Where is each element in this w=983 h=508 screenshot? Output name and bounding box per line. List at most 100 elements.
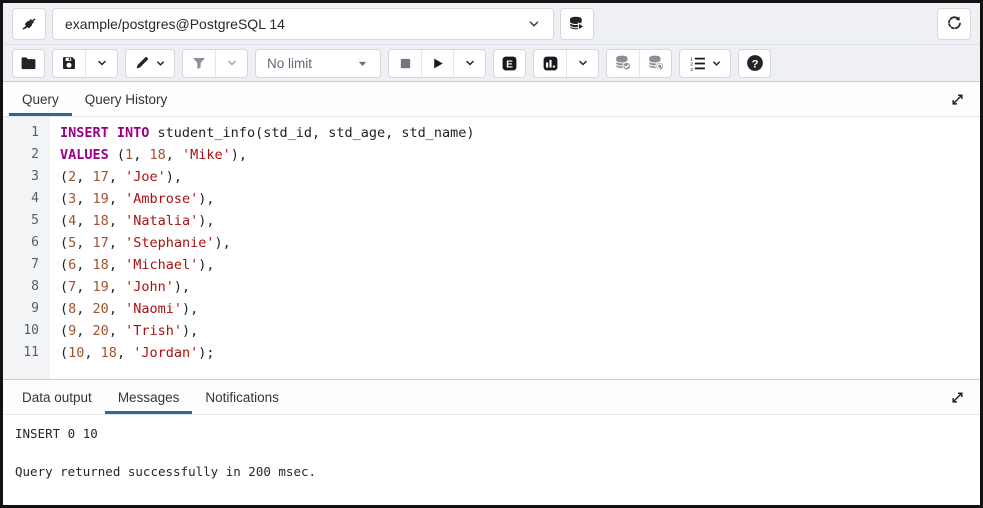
svg-text:1: 1 bbox=[690, 56, 693, 62]
plug-icon bbox=[20, 15, 38, 33]
line-number: 3 bbox=[3, 166, 39, 188]
query-tool-window: example/postgres@PostgreSQL 14 bbox=[0, 0, 983, 508]
svg-text:?: ? bbox=[751, 58, 758, 70]
chevron-down-icon bbox=[711, 58, 722, 69]
svg-text:E: E bbox=[506, 59, 513, 70]
database-rollback-icon bbox=[647, 54, 665, 72]
row-limit-value: No limit bbox=[267, 56, 312, 71]
execute-button-group bbox=[388, 49, 486, 78]
transaction-group bbox=[606, 49, 672, 78]
open-file-button[interactable] bbox=[12, 49, 45, 78]
chevron-down-icon bbox=[527, 17, 541, 31]
save-menu-button[interactable] bbox=[85, 50, 117, 77]
message-line bbox=[15, 443, 968, 462]
code-line: (6, 18, 'Michael'), bbox=[60, 254, 980, 276]
execute-button[interactable] bbox=[421, 50, 453, 77]
svg-text:2: 2 bbox=[690, 61, 693, 67]
line-number: 11 bbox=[3, 342, 39, 364]
help-question-icon: ? bbox=[746, 54, 764, 72]
filter-button-group bbox=[182, 49, 248, 78]
expand-diagonal-icon bbox=[950, 92, 965, 107]
connection-select[interactable]: example/postgres@PostgreSQL 14 bbox=[52, 8, 554, 40]
code-line: (10, 18, 'Jordan'); bbox=[60, 342, 980, 364]
tabbar-spacer bbox=[180, 82, 940, 116]
stop-button[interactable] bbox=[389, 50, 421, 77]
tab-notifications-label: Notifications bbox=[205, 390, 279, 405]
expand-diagonal-icon bbox=[950, 390, 965, 405]
connection-status-button[interactable] bbox=[12, 8, 46, 40]
line-number: 6 bbox=[3, 232, 39, 254]
connection-select-value: example/postgres@PostgreSQL 14 bbox=[65, 16, 285, 32]
query-toolbar: No limit bbox=[3, 45, 980, 82]
code-line: (3, 19, 'Ambrose'), bbox=[60, 188, 980, 210]
tab-messages-label: Messages bbox=[118, 390, 180, 405]
code-line: (8, 20, 'Naomi'), bbox=[60, 298, 980, 320]
save-button[interactable] bbox=[53, 50, 85, 77]
expand-output-button[interactable] bbox=[940, 380, 974, 414]
line-number: 7 bbox=[3, 254, 39, 276]
explain-menu-button[interactable] bbox=[566, 50, 598, 77]
database-connection-icon bbox=[568, 15, 586, 33]
caret-down-icon bbox=[356, 57, 369, 70]
message-line: INSERT 0 10 bbox=[15, 424, 968, 443]
commit-button[interactable] bbox=[607, 50, 639, 77]
rotate-refresh-icon bbox=[946, 15, 963, 32]
rollback-button[interactable] bbox=[639, 50, 671, 77]
row-limit-select[interactable]: No limit bbox=[255, 49, 381, 78]
svg-text:3: 3 bbox=[690, 66, 693, 71]
code-line: (2, 17, 'Joe'), bbox=[60, 166, 980, 188]
pencil-edit-icon bbox=[134, 55, 150, 71]
tab-data-output[interactable]: Data output bbox=[9, 380, 105, 414]
tab-query[interactable]: Query bbox=[9, 82, 72, 116]
code-line: (9, 20, 'Trish'), bbox=[60, 320, 980, 342]
messages-panel: INSERT 0 10 Query returned successfully … bbox=[3, 415, 980, 505]
tab-query-history[interactable]: Query History bbox=[72, 82, 181, 116]
expand-editor-button[interactable] bbox=[940, 82, 974, 116]
query-tabbar: Query Query History bbox=[3, 82, 980, 117]
database-commit-icon bbox=[614, 54, 632, 72]
code-line: (7, 19, 'John'), bbox=[60, 276, 980, 298]
tab-messages[interactable]: Messages bbox=[105, 380, 193, 414]
save-button-group bbox=[52, 49, 118, 78]
line-number-gutter: 1234567891011 bbox=[3, 117, 50, 379]
explain-analyze-button[interactable] bbox=[534, 50, 566, 77]
output-tabbar-spacer bbox=[292, 380, 940, 414]
explain-button[interactable]: E bbox=[493, 49, 526, 78]
chevron-down-icon bbox=[577, 57, 589, 69]
tab-query-history-label: Query History bbox=[85, 92, 168, 107]
line-number: 8 bbox=[3, 276, 39, 298]
output-tabbar: Data output Messages Notifications bbox=[3, 379, 980, 415]
sql-editor: 1234567891011 INSERT INTO student_info(s… bbox=[3, 117, 980, 379]
stop-icon bbox=[398, 56, 413, 71]
code-line: (5, 17, 'Stephanie'), bbox=[60, 232, 980, 254]
chevron-down-icon bbox=[464, 57, 476, 69]
filter-funnel-icon bbox=[191, 55, 207, 71]
chevron-down-icon bbox=[155, 58, 166, 69]
folder-icon bbox=[20, 55, 37, 72]
bar-chart-icon bbox=[542, 55, 559, 72]
message-line: Query returned successfully in 200 msec. bbox=[15, 462, 968, 481]
line-number: 5 bbox=[3, 210, 39, 232]
line-number: 9 bbox=[3, 298, 39, 320]
line-number: 1 bbox=[3, 122, 39, 144]
sql-code-area[interactable]: INSERT INTO student_info(std_id, std_age… bbox=[50, 117, 980, 379]
reset-connection-button[interactable] bbox=[937, 8, 971, 40]
chevron-down-icon bbox=[226, 57, 238, 69]
execute-menu-button[interactable] bbox=[453, 50, 485, 77]
line-number: 4 bbox=[3, 188, 39, 210]
macros-menu-button[interactable]: 1 2 3 bbox=[679, 49, 731, 78]
tab-notifications[interactable]: Notifications bbox=[192, 380, 292, 414]
explain-analyze-group bbox=[533, 49, 599, 78]
line-number: 2 bbox=[3, 144, 39, 166]
edit-menu-button[interactable] bbox=[125, 49, 175, 78]
line-number: 10 bbox=[3, 320, 39, 342]
filter-menu-button[interactable] bbox=[215, 50, 247, 77]
tab-query-label: Query bbox=[22, 92, 59, 107]
save-icon bbox=[61, 55, 77, 71]
filter-button[interactable] bbox=[183, 50, 215, 77]
code-line: INSERT INTO student_info(std_id, std_age… bbox=[60, 122, 980, 144]
help-button[interactable]: ? bbox=[738, 49, 771, 78]
chevron-down-icon bbox=[96, 57, 108, 69]
code-line: (4, 18, 'Natalia'), bbox=[60, 210, 980, 232]
new-connection-button[interactable] bbox=[560, 8, 594, 40]
